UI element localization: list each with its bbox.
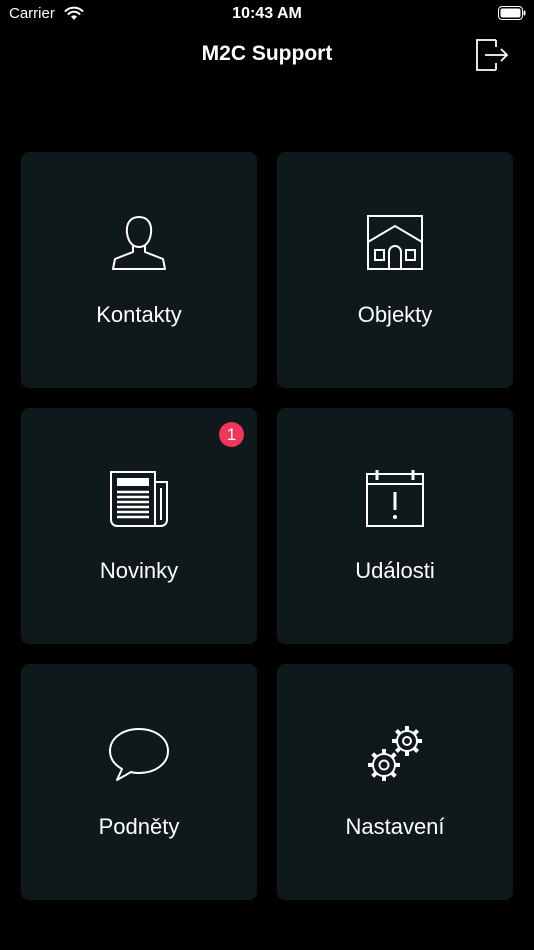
logout-icon[interactable] [474, 38, 510, 72]
house-icon [367, 215, 423, 270]
tile-podnety[interactable]: Podněty [21, 664, 257, 900]
page-title: M2C Support [201, 42, 333, 65]
status-time: 10:43 AM [232, 5, 302, 22]
tile-kontakty[interactable]: Kontakty [21, 152, 257, 388]
tile-label: Nastavení [345, 814, 445, 839]
newspaper-icon [110, 471, 168, 527]
navigation-bar: M2C Support [0, 28, 534, 82]
tile-objekty[interactable]: Objekty [277, 152, 513, 388]
tile-label: Kontakty [96, 302, 182, 327]
person-icon [112, 215, 166, 270]
tile-udalosti[interactable]: Události [277, 408, 513, 644]
tile-label: Novinky [99, 558, 179, 583]
calendar-alert-icon [366, 470, 424, 527]
tile-novinky[interactable]: 1 Novinky [21, 408, 257, 644]
tile-label: Objekty [357, 302, 433, 327]
battery-icon [498, 6, 526, 20]
tile-nastaveni[interactable]: Nastavení [277, 664, 513, 900]
notification-badge: 1 [219, 422, 244, 447]
tile-label: Události [355, 558, 435, 583]
gears-icon [368, 726, 422, 781]
tile-label: Podněty [98, 814, 180, 839]
speech-bubble-icon [109, 728, 169, 781]
status-bar: Carrier 10:43 AM [0, 0, 534, 28]
